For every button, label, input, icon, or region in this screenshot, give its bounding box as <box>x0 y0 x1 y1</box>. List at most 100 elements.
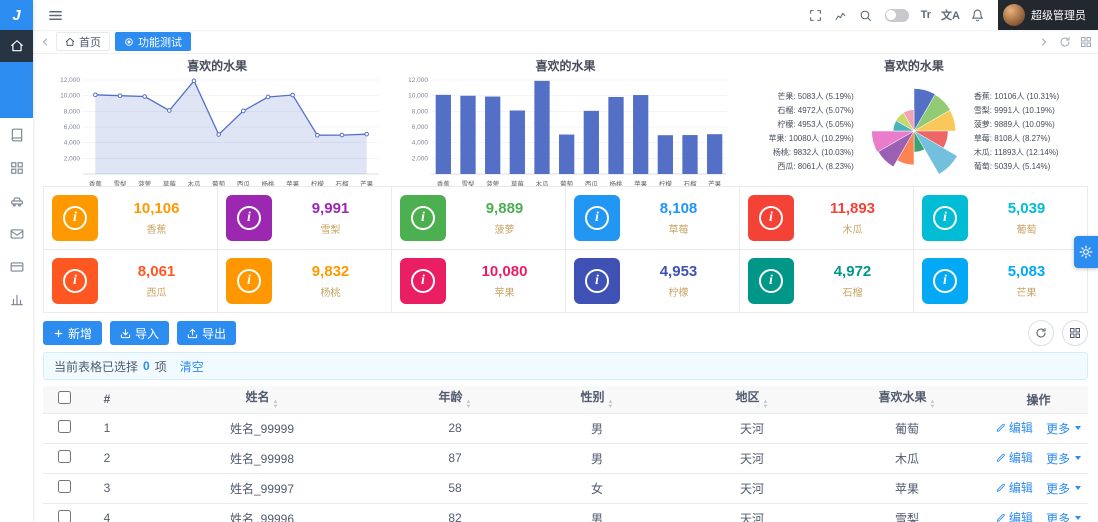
stat-value: 4,972 <box>833 263 872 280</box>
user-chip[interactable]: 超级管理员 <box>998 0 1098 30</box>
cell-fruit: 苹果 <box>825 473 989 504</box>
refresh-table-button[interactable] <box>1028 320 1054 346</box>
stat-label: 芒果 <box>1016 288 1037 299</box>
table-row: 2 姓名_99998 87 男 天河 木瓜 编辑 更多 <box>43 443 1088 474</box>
tabs-scroll-left-icon[interactable] <box>39 36 51 48</box>
svg-text:2,000: 2,000 <box>64 155 81 162</box>
topbar: Tr 文A 超级管理员 <box>33 0 1098 30</box>
fullscreen-icon[interactable] <box>803 2 828 28</box>
cell-fruit: 雪梨 <box>825 503 989 522</box>
bell-icon[interactable] <box>965 2 990 28</box>
analytics-icon[interactable] <box>828 2 853 28</box>
row-checkbox[interactable] <box>57 450 71 463</box>
sort-icon[interactable]: ▲ ▼ <box>930 399 936 410</box>
topbar-actions: Tr 文A 超级管理员 <box>803 0 1098 30</box>
add-button[interactable]: 新增 <box>43 321 103 345</box>
page-content: 喜欢的水果 2,000 4,000 6,000 8,000 10,000 12,000 香蕉… <box>33 54 1098 522</box>
stat-label: 香蕉 <box>146 225 167 236</box>
more-link[interactable]: 更多 <box>1046 450 1082 467</box>
refresh-icon[interactable] <box>1059 36 1071 48</box>
sidebar-item-docs[interactable] <box>0 118 33 151</box>
pie-label: 杨桃: 9832人 (10.03%) <box>772 147 854 157</box>
pie-label: 香蕉: 10106人 (10.31%) <box>973 91 1060 101</box>
pie-labels-right: 香蕉: 10106人 (10.31%) 雪梨: 9991人 (10.19%) 菠… <box>974 91 1082 172</box>
search-icon[interactable] <box>853 2 878 28</box>
export-button[interactable]: 导出 <box>177 321 237 345</box>
row-checkbox[interactable] <box>57 510 71 522</box>
more-link[interactable]: 更多 <box>1046 480 1082 497</box>
tabs-scroll-right-icon[interactable] <box>1038 36 1050 48</box>
table-toolbar: 新增 导入 导出 <box>43 313 1088 352</box>
sidebar-item-charts[interactable] <box>0 283 33 316</box>
sidebar-active-indicator[interactable] <box>0 62 33 118</box>
info-icon: i <box>748 258 794 304</box>
clear-selection-link[interactable]: 清空 <box>180 358 204 375</box>
row-index: 1 <box>85 413 129 444</box>
tab-home[interactable]: 首页 <box>56 32 110 51</box>
import-button[interactable]: 导入 <box>110 321 170 345</box>
info-icon: i <box>226 258 272 304</box>
column-header-actions: 操作 <box>989 386 1088 414</box>
cell-region: 天河 <box>679 443 825 474</box>
cell-region: 天河 <box>679 473 825 504</box>
pencil-icon <box>996 423 1006 433</box>
row-checkbox[interactable] <box>57 480 71 493</box>
column-settings-button[interactable] <box>1062 320 1088 346</box>
sort-icon[interactable]: ▲ ▼ <box>763 399 769 410</box>
sidebar-item-cards[interactable] <box>0 250 33 283</box>
row-checkbox[interactable] <box>57 420 71 433</box>
stat-value: 9,832 <box>311 263 350 280</box>
add-button-label: 新增 <box>68 326 93 341</box>
settings-button[interactable] <box>1074 236 1098 268</box>
cell-name: 姓名_99996 <box>129 503 395 522</box>
svg-text:西瓜: 西瓜 <box>237 180 251 186</box>
svg-text:6,000: 6,000 <box>412 124 429 131</box>
edit-link[interactable]: 编辑 <box>996 419 1033 436</box>
sidebar-item-vehicle[interactable] <box>0 184 33 217</box>
edit-link[interactable]: 编辑 <box>996 449 1033 466</box>
selection-alert: 当前表格已选择 0 项 清空 <box>43 352 1088 380</box>
cell-age: 28 <box>395 413 515 444</box>
sort-icon[interactable]: ▲ ▼ <box>273 399 279 410</box>
theme-switch[interactable] <box>884 8 909 22</box>
svg-text:杨桃: 杨桃 <box>262 179 276 186</box>
sidebar-item-mail[interactable] <box>0 217 33 250</box>
stat-card-watermelon: i 8,061 西瓜 <box>44 250 218 313</box>
tab-label: 首页 <box>79 36 101 49</box>
more-link[interactable]: 更多 <box>1046 510 1082 522</box>
menu-toggle-icon[interactable] <box>43 2 68 28</box>
edit-link[interactable]: 编辑 <box>996 479 1033 496</box>
column-header-region: 地区 ▲ ▼ <box>679 386 825 414</box>
sidebar-item-apps[interactable] <box>0 151 33 184</box>
pencil-icon <box>996 453 1006 463</box>
svg-text:2,000: 2,000 <box>412 155 429 162</box>
sort-icon[interactable]: ▲ ▼ <box>608 399 614 410</box>
pie-label: 雪梨: 9991人 (10.19%) <box>973 105 1055 115</box>
pie-label: 西瓜: 8061人 (8.23%) <box>777 161 854 171</box>
bar-chart-title: 喜欢的水果 <box>535 59 596 73</box>
layout-grid-icon[interactable] <box>1080 36 1092 48</box>
cell-gender: 男 <box>515 413 679 444</box>
translate-icon[interactable]: 文A <box>936 2 965 28</box>
car-icon <box>10 194 24 208</box>
cell-fruit: 葡萄 <box>825 413 989 444</box>
app-logo[interactable]: J <box>0 0 33 30</box>
stat-cards-grid: i 10,106 香蕉 i 9,991 雪梨 i 9,889 菠萝 i 8,108 草莓… <box>43 186 1088 313</box>
font-size-icon[interactable]: Tr <box>916 2 936 28</box>
sidebar-item-home[interactable] <box>0 30 33 62</box>
select-all-checkbox[interactable] <box>57 391 71 405</box>
stat-label: 柠檬 <box>668 288 689 299</box>
bar-chart-icon <box>10 293 24 307</box>
pencil-icon <box>996 483 1006 493</box>
tab-function-test[interactable]: 功能测试 <box>115 32 191 51</box>
edit-link[interactable]: 编辑 <box>996 509 1033 522</box>
cell-age: 58 <box>395 473 515 504</box>
sort-icon[interactable]: ▲ ▼ <box>466 399 472 410</box>
svg-text:杨桃: 杨桃 <box>610 179 624 186</box>
table-row: 1 姓名_99999 28 男 天河 葡萄 编辑 更多 <box>43 413 1088 444</box>
tabbar: 首页 功能测试 <box>33 30 1098 54</box>
stat-value: 10,106 <box>133 200 180 217</box>
more-link[interactable]: 更多 <box>1046 420 1082 437</box>
stat-label: 木瓜 <box>842 225 863 236</box>
cell-gender: 女 <box>515 473 679 504</box>
